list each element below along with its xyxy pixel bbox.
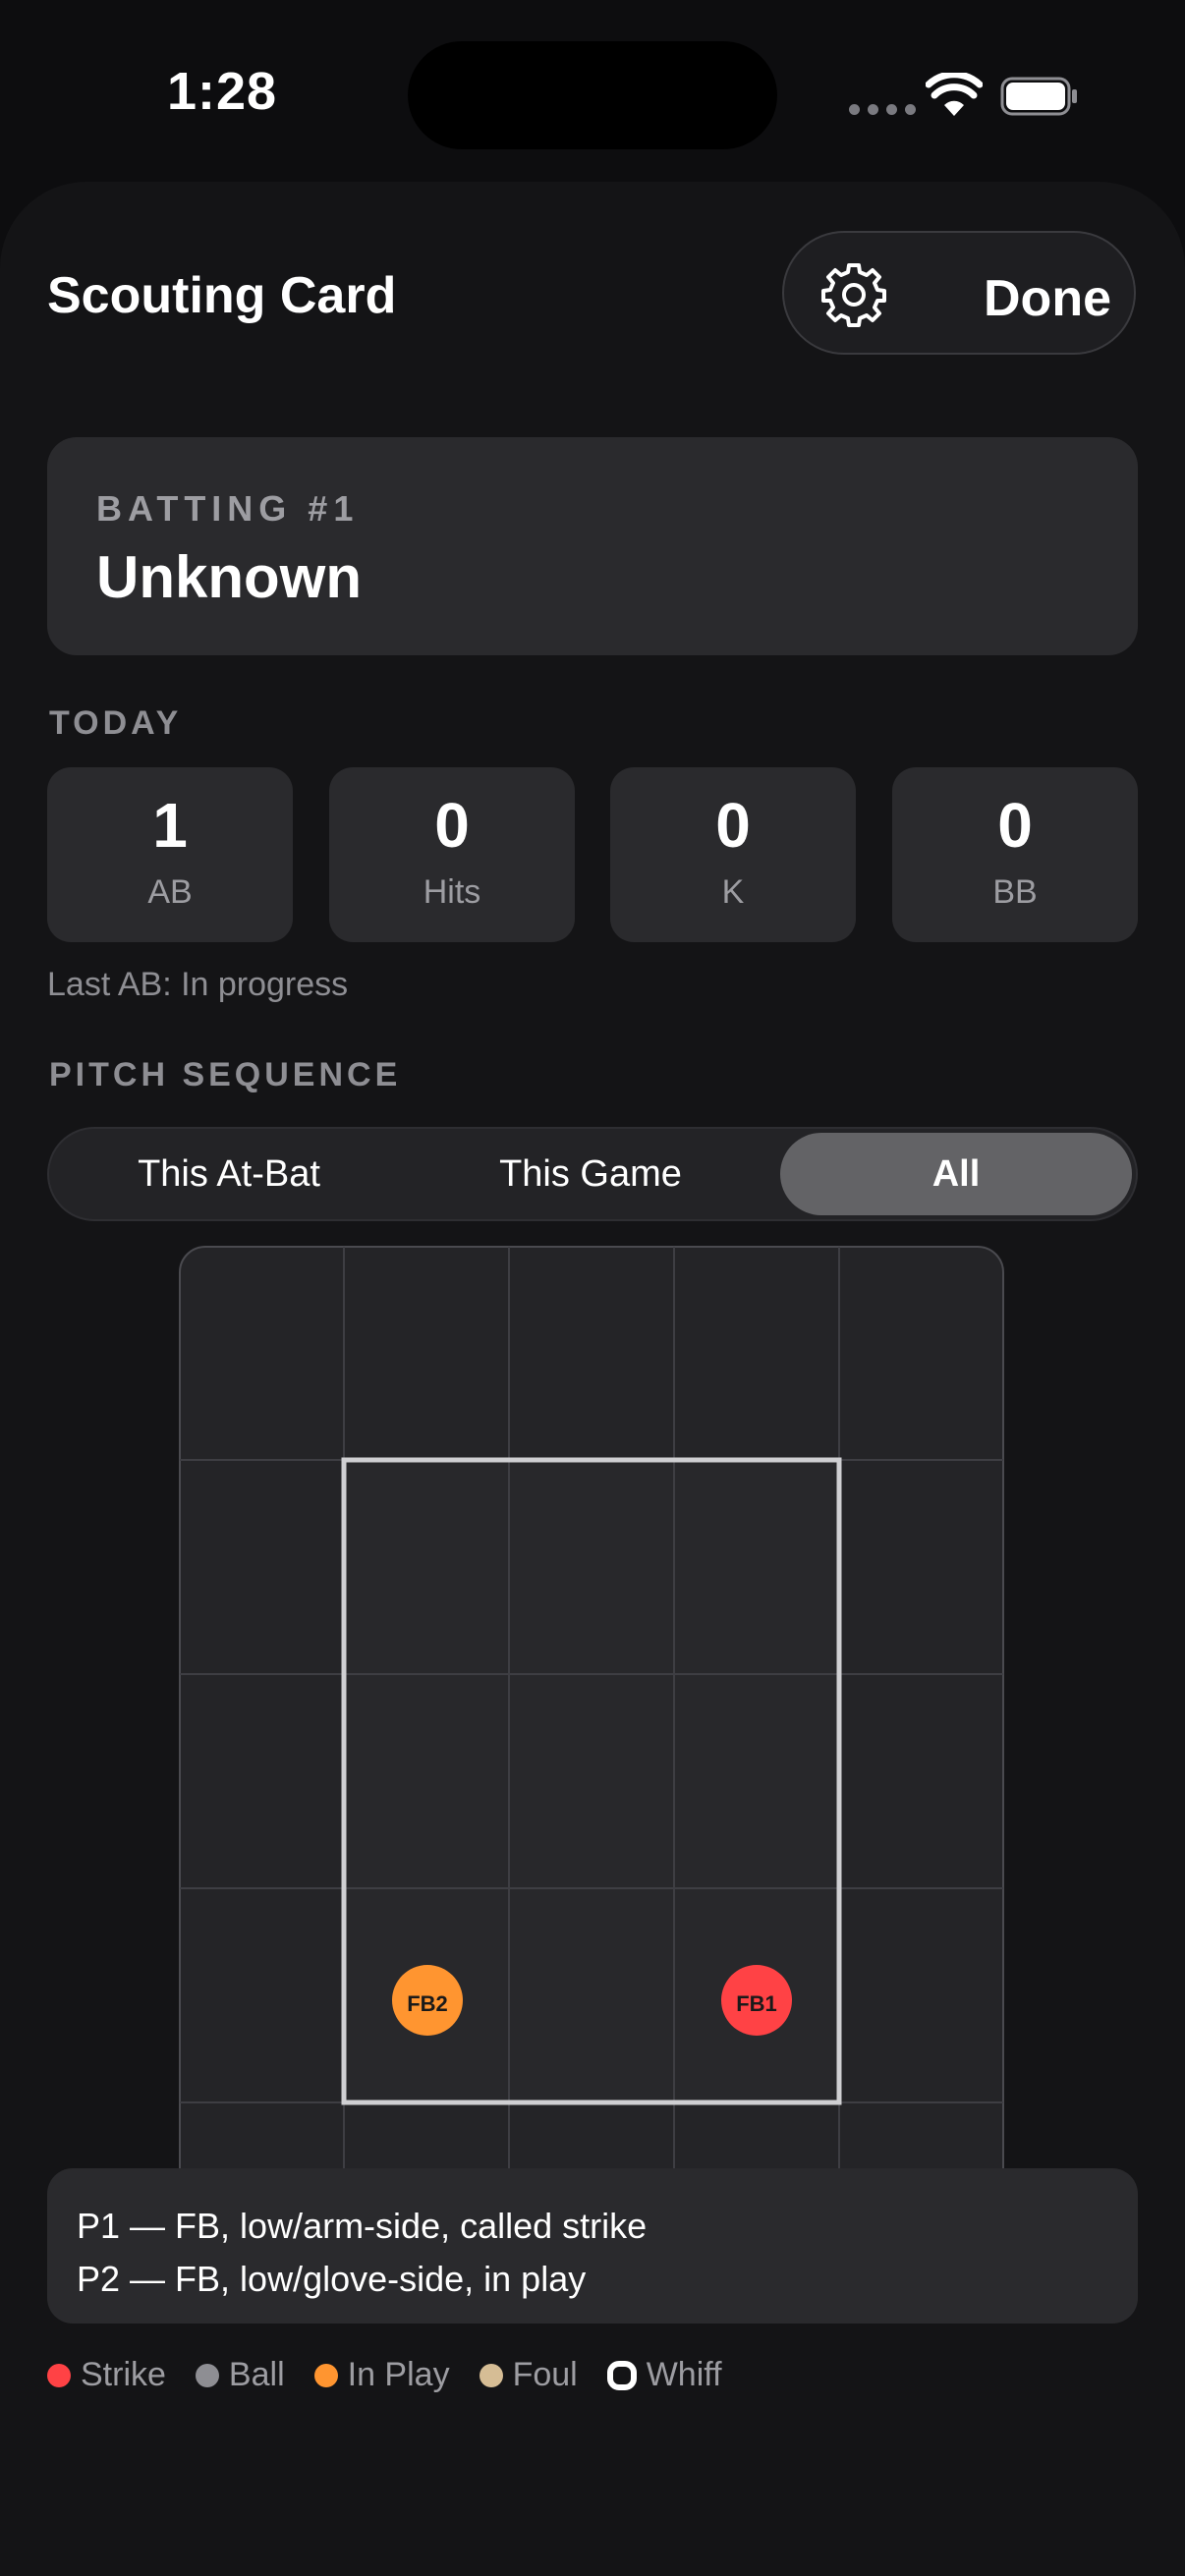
legend-label: Foul [512, 2356, 578, 2393]
stat-label: AB [147, 873, 193, 911]
ball-color-dot [195, 2363, 219, 2387]
pitch-sequence-filter: This At-Bat This Game All [47, 1127, 1138, 1221]
legend-item-whiff: Whiff [606, 2356, 722, 2394]
foul-color-dot [479, 2363, 503, 2387]
legend-item-foul: Foul [479, 2356, 578, 2394]
dynamic-island [408, 41, 777, 149]
header-toolbar: Done [782, 231, 1136, 355]
strike-zone-chart: FB2 FB1 [179, 1246, 1004, 2319]
stat-value: 0 [434, 790, 470, 861]
last-at-bat-status: Last AB: In progress [47, 966, 349, 1003]
stat-value: 0 [715, 790, 751, 861]
status-bar: 1:28 [0, 0, 1185, 177]
pitch-note: P2 — FB, low/glove-side, in play [77, 2259, 587, 2299]
pitch-marker-fb1[interactable]: FB1 [721, 1965, 792, 2036]
tab-all[interactable]: All [780, 1133, 1132, 1215]
stat-label: K [721, 873, 745, 911]
done-button[interactable]: Done [984, 269, 1111, 328]
stat-card-hits: 0 Hits [329, 767, 575, 942]
legend-item-strike: Strike [47, 2356, 166, 2394]
stat-card-k: 0 K [610, 767, 856, 942]
status-time: 1:28 [167, 62, 278, 121]
tab-this-at-bat[interactable]: This At-Bat [49, 1129, 409, 1219]
legend-item-ball: Ball [195, 2356, 285, 2394]
pitch-label: FB1 [736, 1991, 777, 2016]
legend-label: Strike [81, 2356, 166, 2393]
stat-card-ab: 1 AB [47, 767, 293, 942]
stat-value: 0 [997, 790, 1033, 861]
stat-card-bb: 0 BB [892, 767, 1138, 942]
stat-label: Hits [423, 873, 481, 911]
pitch-sequence-section-label: PITCH SEQUENCE [49, 1056, 402, 1093]
batter-card: BATTING #1 Unknown [47, 437, 1138, 655]
pitch-marker-fb2[interactable]: FB2 [392, 1965, 463, 2036]
battery-icon [1000, 77, 1077, 116]
gear-icon[interactable] [819, 260, 888, 329]
legend-label: Ball [228, 2356, 285, 2393]
whiff-ring-icon [606, 2360, 637, 2390]
stat-label: BB [992, 873, 1038, 911]
wifi-icon [926, 73, 983, 116]
legend-item-in-play: In Play [313, 2356, 450, 2394]
page-title: Scouting Card [47, 267, 397, 324]
legend-label: In Play [347, 2356, 450, 2393]
pitch-result-legend: Strike Ball In Play Foul Whiff [47, 2356, 752, 2394]
pitch-note: P1 — FB, low/arm-side, called strike [77, 2206, 648, 2246]
in-play-color-dot [313, 2363, 338, 2387]
pitch-notes: P1 — FB, low/arm-side, called strike P2 … [47, 2168, 1138, 2324]
batting-order-label: BATTING #1 [96, 488, 360, 529]
pitch-label: FB2 [407, 1991, 448, 2016]
tab-this-game[interactable]: This Game [409, 1129, 772, 1219]
today-section-label: TODAY [49, 704, 183, 742]
stat-value: 1 [152, 790, 188, 861]
batter-name: Unknown [96, 544, 362, 610]
today-stats: 1 AB 0 Hits 0 K 0 BB [47, 767, 1138, 942]
legend-label: Whiff [646, 2356, 722, 2393]
strike-color-dot [47, 2363, 71, 2387]
cellular-signal-icon [849, 104, 916, 115]
